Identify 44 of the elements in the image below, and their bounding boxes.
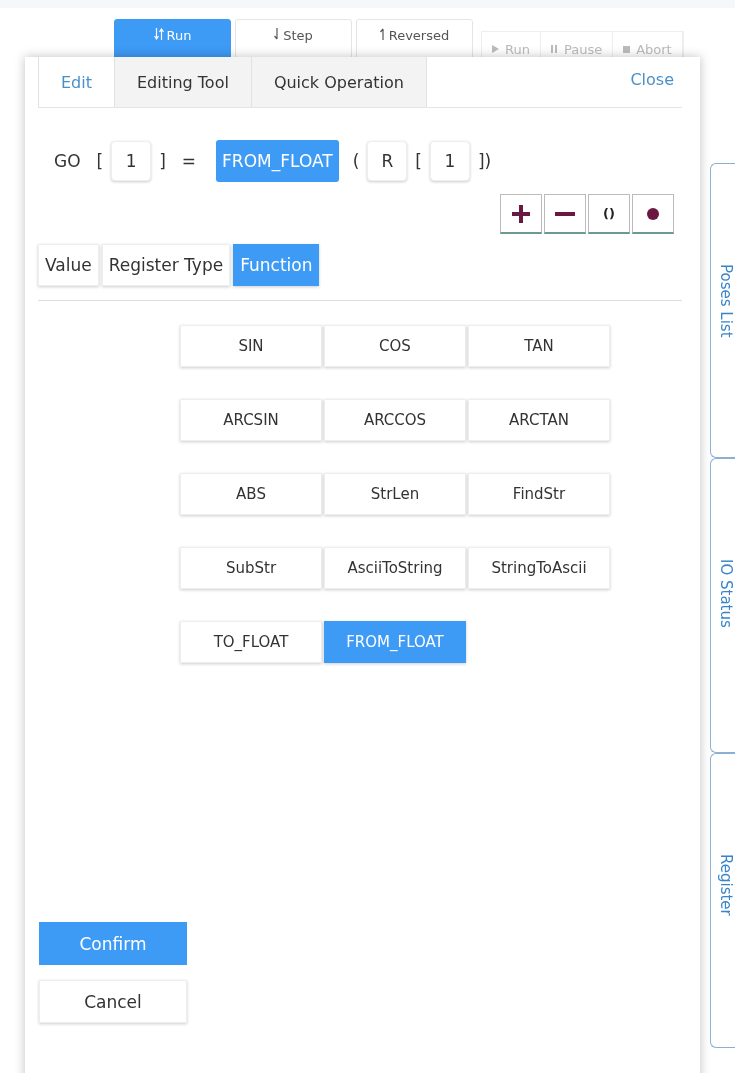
dot-icon bbox=[647, 207, 659, 220]
function-button[interactable]: ABS bbox=[180, 473, 322, 515]
side-tab[interactable]: IO Status bbox=[710, 458, 735, 753]
function-button[interactable]: TAN bbox=[468, 325, 610, 367]
type-tab[interactable]: Register Type bbox=[101, 244, 231, 286]
expression-text: ]) bbox=[477, 151, 492, 171]
play-icon bbox=[492, 45, 499, 53]
cancel-button[interactable]: Cancel bbox=[39, 980, 187, 1023]
type-tab[interactable]: Value bbox=[38, 244, 99, 286]
function-button[interactable]: COS bbox=[324, 325, 466, 367]
function-button[interactable]: AsciiToString bbox=[324, 547, 466, 589]
function-button[interactable]: ARCCOS bbox=[324, 399, 466, 441]
operand-field[interactable]: 1 bbox=[111, 141, 152, 181]
expression-text: ] bbox=[159, 151, 166, 171]
function-button[interactable]: ARCTAN bbox=[468, 399, 610, 441]
plus-button[interactable] bbox=[500, 194, 542, 234]
expression-text: [ bbox=[96, 151, 104, 171]
parentheses-button[interactable]: () bbox=[588, 194, 630, 234]
stop-icon bbox=[623, 45, 631, 53]
function-button[interactable]: SIN bbox=[180, 325, 322, 367]
side-tab[interactable]: Poses List bbox=[710, 163, 735, 458]
side-tab[interactable]: Register bbox=[710, 753, 735, 1048]
operand-field[interactable]: 1 bbox=[429, 141, 470, 181]
tab[interactable]: Quick Operation bbox=[251, 57, 427, 107]
function-button[interactable]: FindStr bbox=[468, 473, 610, 515]
function-button[interactable]: ARCSIN bbox=[180, 399, 322, 441]
tab[interactable]: Editing Tool bbox=[115, 57, 252, 107]
up-arrow-icon bbox=[379, 28, 386, 40]
expression-text: = bbox=[181, 151, 197, 171]
minus-button[interactable] bbox=[544, 194, 586, 234]
expression-text: [ bbox=[415, 151, 422, 171]
dot-button[interactable] bbox=[632, 194, 674, 234]
minus-icon bbox=[555, 211, 575, 216]
expression-text: GO bbox=[54, 151, 81, 171]
expression-text: ( bbox=[352, 151, 360, 171]
function-button[interactable]: TO_FLOAT bbox=[180, 621, 322, 663]
function-button[interactable]: SubStr bbox=[180, 547, 322, 589]
up-down-arrows-icon bbox=[153, 28, 164, 40]
plus-icon bbox=[512, 204, 530, 223]
function-button[interactable]: StringToAscii bbox=[468, 547, 610, 589]
operand-field[interactable]: R bbox=[367, 141, 408, 181]
down-arrow-icon bbox=[274, 28, 281, 40]
function-button[interactable]: StrLen bbox=[324, 473, 466, 515]
pause-icon bbox=[550, 45, 558, 53]
